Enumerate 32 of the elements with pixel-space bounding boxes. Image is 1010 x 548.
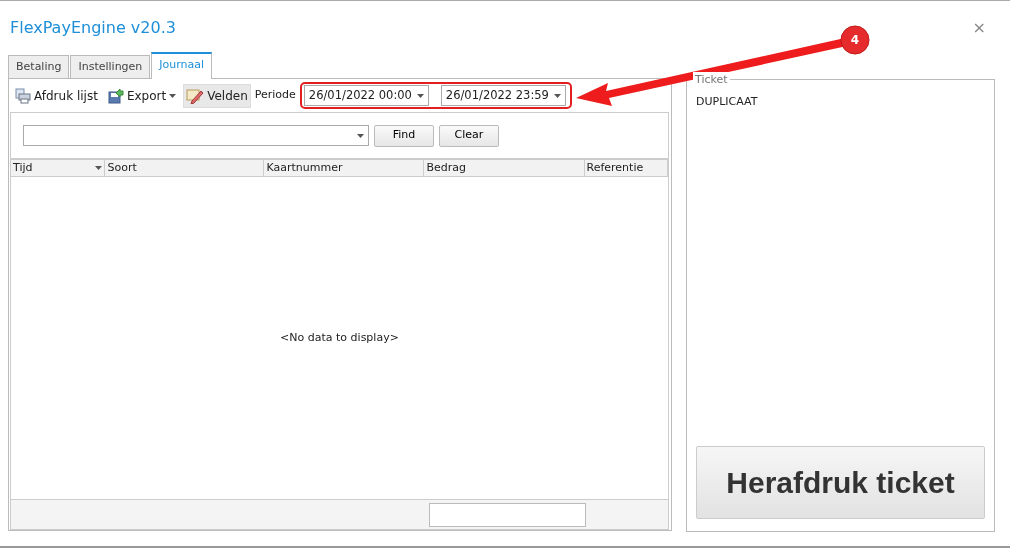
- tab[interactable]: Instellingen: [70, 55, 151, 78]
- badge-number: 4: [850, 33, 860, 47]
- window-title: FlexPayEngine v20.3: [10, 17, 176, 39]
- ticket-text: DUPLICAAT: [696, 94, 759, 110]
- printer-icon: [15, 87, 31, 104]
- close-button[interactable]: ×: [966, 15, 992, 41]
- caret-icon: [553, 93, 561, 98]
- tab[interactable]: Betaling: [8, 55, 70, 78]
- search-field[interactable]: [23, 125, 369, 146]
- export-icon: [107, 87, 124, 104]
- column-header[interactable]: Bedrag: [424, 160, 585, 176]
- step-badge: [840, 25, 870, 55]
- footer-field[interactable]: [429, 502, 586, 527]
- reprint-button[interactable]: Herafdruk ticket: [696, 446, 985, 519]
- edit-fields-icon: [186, 87, 205, 104]
- caret-icon: [416, 93, 424, 98]
- caret-icon: [169, 93, 177, 98]
- tab[interactable]: Journaal: [151, 52, 213, 79]
- period-label: Periode: [254, 87, 296, 104]
- caret-icon: [357, 133, 364, 138]
- export-button[interactable]: Export: [104, 83, 180, 108]
- clear-button[interactable]: Clear: [439, 124, 499, 147]
- fields-button[interactable]: Velden: [183, 83, 251, 108]
- column-header[interactable]: Tijd: [11, 160, 106, 176]
- end-date-dropdown[interactable]: 26/01/2022 23:59: [440, 85, 566, 106]
- column-header[interactable]: Soort: [105, 160, 265, 176]
- column-header[interactable]: Kaartnummer: [264, 160, 425, 176]
- column-header[interactable]: Referentie: [584, 160, 668, 176]
- print-list-button[interactable]: Afdruk lijst: [12, 83, 101, 108]
- find-button[interactable]: Find: [374, 124, 434, 147]
- start-date-dropdown[interactable]: 26/01/2022 00:00: [303, 85, 429, 106]
- empty-message: <No data to display>: [280, 329, 399, 346]
